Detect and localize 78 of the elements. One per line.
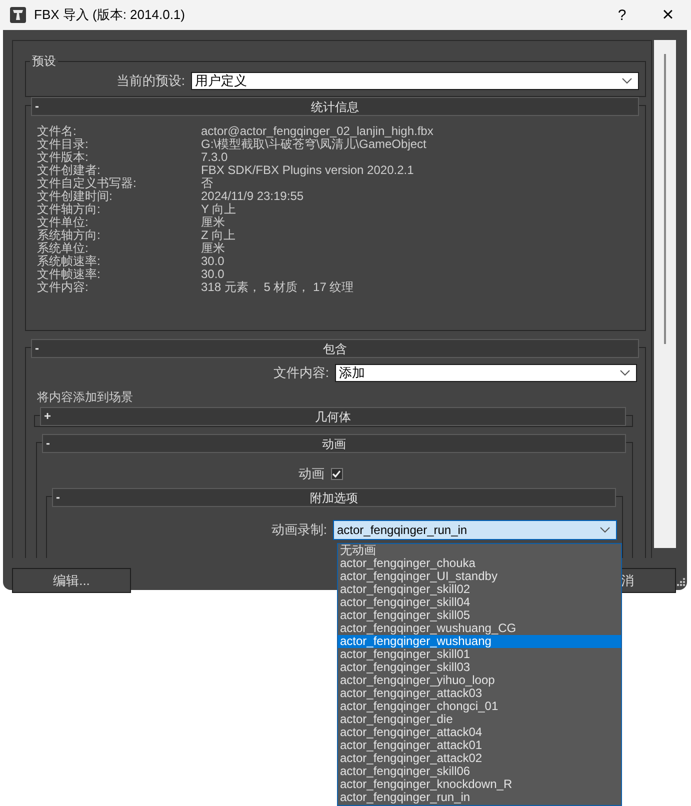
rollout-title: 几何体 [315,408,351,424]
cancel-button[interactable]: 消 [620,568,676,593]
dropdown-option[interactable]: actor_fengqinger_yihuo_loop [338,674,621,687]
stat-label: 系统轴方向: [37,229,102,242]
stat-label: 系统帧速率: [37,255,102,268]
stat-label: 文件轴方向: [37,203,102,216]
stat-value: G:\模型截取\斗破苍穹\凤清儿\GameObject [201,138,426,151]
dropdown-option[interactable]: actor_fengqinger_skill01 [338,648,621,661]
stat-value: 30.0 [201,268,225,281]
scrollbar-thumb[interactable] [664,54,666,344]
edit-button[interactable]: 编辑... [12,568,131,593]
stat-value: 318 元素， 5 材质， 17 纹理 [201,281,355,294]
scrollbar[interactable] [654,40,676,548]
stat-label: 文件名: [37,125,78,138]
stat-label: 文件目录: [37,138,90,151]
stat-label: 文件自定义书写器: [37,177,138,190]
stat-value: actor@actor_fengqinger_02_lanjin_high.fbx [201,125,434,138]
field-label: 当前的预设: [116,72,185,90]
stat-label: 文件创建时间: [37,190,114,203]
dropdown-option[interactable]: actor_fengqinger_skill02 [338,583,621,596]
dropdown-option[interactable]: actor_fengqinger_wushuang_CG [338,622,621,635]
dropdown-option[interactable]: 无动画 [338,544,621,557]
collapse-toggle[interactable]: - [35,340,39,356]
stat-value: 30.0 [201,255,226,268]
field-label: 文件内容: [273,364,329,382]
take-dropdown[interactable]: actor_fengqinger_run_in [333,520,617,540]
collapse-toggle[interactable]: - [46,435,50,451]
stat-value: FBX SDK/FBX Plugins version 2020.2.1 [201,164,415,177]
resize-grip-icon[interactable] [676,577,685,586]
dropdown-option[interactable]: actor_fengqinger_skill03 [338,661,621,674]
dropdown-option[interactable]: actor_fengqinger_skill05 [338,609,621,622]
chevron-down-icon [620,370,630,376]
chevron-down-icon [600,527,610,533]
collapse-toggle[interactable]: + [44,408,52,424]
checkbox-label: 动画 [298,465,324,483]
rollout-title: 附加选项 [310,490,358,506]
stat-value: 否 [201,177,214,190]
stat-value: 2024/11/9 23:19:55 [201,190,305,203]
collapse-toggle[interactable]: - [56,489,60,505]
stat-value: 7.3.0 [201,151,228,164]
stat-label: 系统单位: [37,242,90,255]
dropdown-option[interactable]: actor_fengqinger_skill04 [338,596,621,609]
help-button[interactable]: ? [599,6,645,24]
stat-label: 文件版本: [37,151,90,164]
window-title: FBX 导入 (版本: 2014.0.1) [34,6,186,24]
preset-dropdown[interactable]: 用户定义 [191,72,639,90]
dropdown-option[interactable]: actor_fengqinger_attack03 [338,687,621,700]
dropdown-option[interactable]: actor_fengqinger_run_in [338,791,621,804]
dropdown-option[interactable]: actor_fengqinger_attack01 [338,739,621,752]
field-label: 动画录制: [271,521,327,539]
close-button[interactable]: × [645,4,691,26]
dropdown-option[interactable]: actor_fengqinger_chongci_01 [338,700,621,713]
rollout-title: 包含 [323,340,347,356]
group-label: 预设 [30,53,58,70]
dropdown-option[interactable]: actor_fengqinger_attack02 [338,752,621,765]
stat-label: 文件帧速率: [37,268,102,281]
animation-checkbox[interactable] [330,468,342,480]
file-content-dropdown[interactable]: 添加 [335,364,637,382]
rollout-title: 统计信息 [311,98,359,114]
dropdown-option[interactable]: actor_fengqinger_knockdown_R [338,778,621,791]
description-text: 将内容添加到场景 [37,389,134,406]
stat-value: 厘米 [201,242,226,255]
app-icon [10,7,26,23]
dropdown-option[interactable]: actor_fengqinger_die [338,713,621,726]
stat-value: 厘米 [201,216,226,229]
dropdown-option[interactable]: actor_fengqinger_chouka [338,557,621,570]
stat-label: 文件创建者: [37,164,102,177]
stat-label: 文件单位: [37,216,90,229]
chevron-down-icon [622,78,632,84]
dropdown-option[interactable]: actor_fengqinger_UI_standby [338,570,621,583]
stat-value: Y 向上 [201,203,238,216]
rollout-title: 动画 [322,436,346,452]
collapse-toggle[interactable]: - [35,98,39,114]
dropdown-option[interactable]: actor_fengqinger_attack04 [338,726,621,739]
stat-value: Z 向上 [201,229,237,242]
dropdown-option[interactable]: actor_fengqinger_wushuang [338,635,621,648]
stat-label: 文件内容: [37,281,90,294]
dropdown-option[interactable]: actor_fengqinger_skill06 [338,765,621,778]
